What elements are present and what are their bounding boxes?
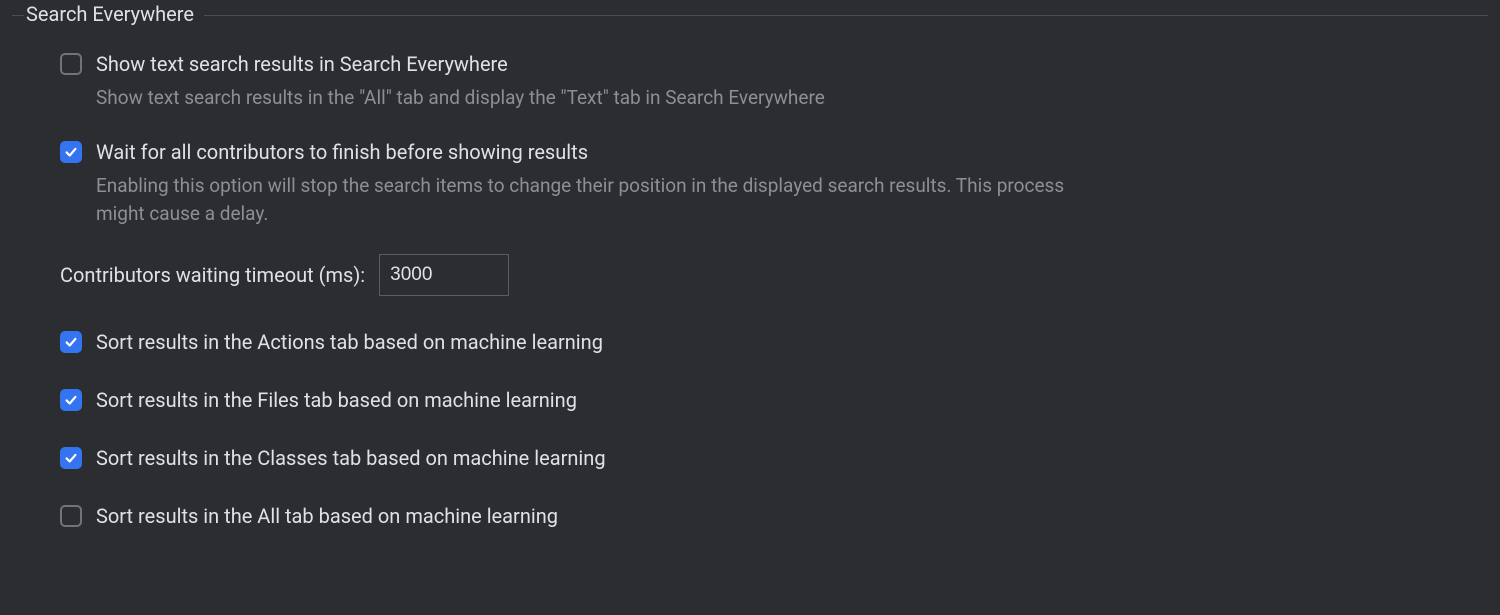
ml-sort-section: Sort results in the Actions tab based on…	[60, 328, 1488, 530]
check-icon	[64, 335, 78, 349]
ml-classes-label: Sort results in the Classes tab based on…	[96, 444, 606, 472]
settings-content: Show text search results in Search Every…	[12, 24, 1488, 530]
show-text-search-row: Show text search results in Search Every…	[60, 50, 1488, 78]
ml-actions-label: Sort results in the Actions tab based on…	[96, 328, 603, 356]
wait-contributors-row: Wait for all contributors to finish befo…	[60, 138, 1488, 166]
timeout-row: Contributors waiting timeout (ms):	[60, 254, 1488, 296]
section-title: Search Everywhere	[24, 2, 204, 26]
ml-files-label: Sort results in the Files tab based on m…	[96, 386, 577, 414]
ml-all-checkbox[interactable]	[60, 505, 82, 527]
ml-files-row: Sort results in the Files tab based on m…	[60, 386, 1488, 414]
ml-all-row: Sort results in the All tab based on mac…	[60, 502, 1488, 530]
show-text-search-checkbox[interactable]	[60, 53, 82, 75]
search-everywhere-section: Search Everywhere Show text search resul…	[12, 15, 1488, 530]
ml-classes-checkbox[interactable]	[60, 447, 82, 469]
timeout-label: Contributors waiting timeout (ms):	[60, 263, 365, 287]
check-icon	[64, 393, 78, 407]
check-icon	[64, 145, 78, 159]
check-icon	[64, 451, 78, 465]
ml-actions-checkbox[interactable]	[60, 331, 82, 353]
wait-contributors-label: Wait for all contributors to finish befo…	[96, 138, 588, 166]
show-text-search-label: Show text search results in Search Every…	[96, 50, 508, 78]
timeout-input[interactable]	[379, 254, 509, 296]
ml-all-label: Sort results in the All tab based on mac…	[96, 502, 558, 530]
ml-classes-row: Sort results in the Classes tab based on…	[60, 444, 1488, 472]
wait-contributors-description: Enabling this option will stop the searc…	[96, 172, 1096, 228]
ml-actions-row: Sort results in the Actions tab based on…	[60, 328, 1488, 356]
ml-files-checkbox[interactable]	[60, 389, 82, 411]
show-text-search-description: Show text search results in the "All" ta…	[96, 84, 1096, 112]
wait-contributors-checkbox[interactable]	[60, 141, 82, 163]
